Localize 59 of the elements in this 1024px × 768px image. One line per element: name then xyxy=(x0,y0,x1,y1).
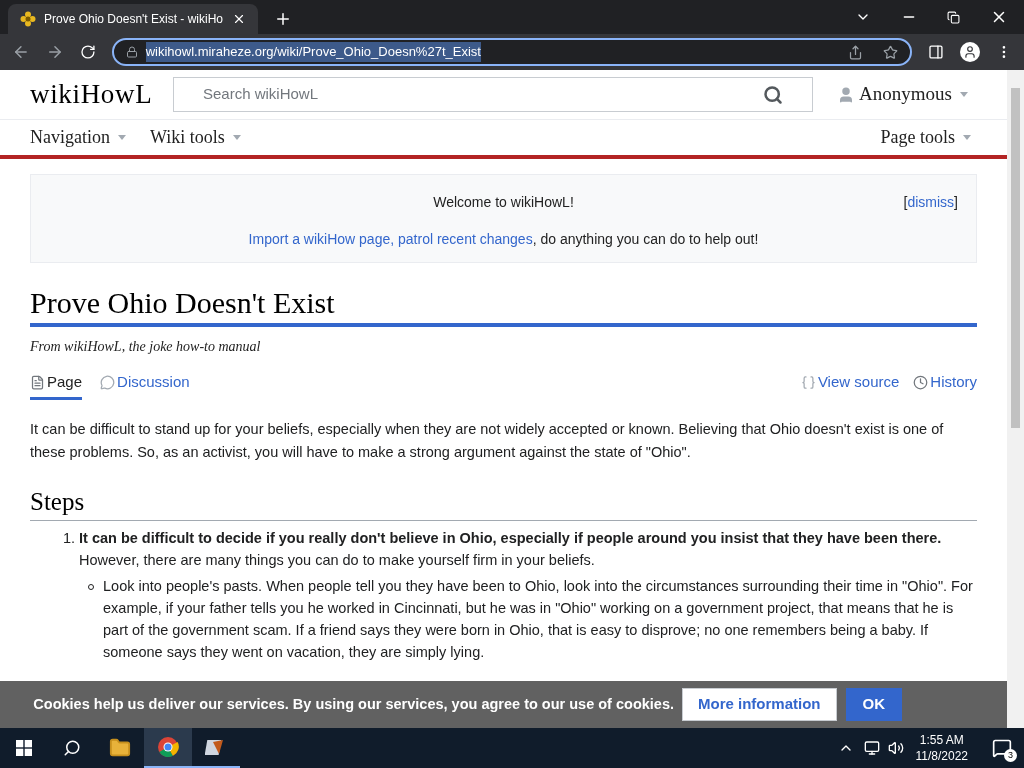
flower-icon xyxy=(20,11,36,27)
page-tab[interactable]: Discussion xyxy=(100,371,190,400)
article-title: Prove Ohio Doesn't Exist xyxy=(30,285,977,327)
chrome-icon[interactable] xyxy=(144,728,192,768)
address-bar[interactable]: wikihowl.miraheze.org/wiki/Prove_Ohio_Doesn%27t_Exist xyxy=(111,38,913,66)
close-icon[interactable] xyxy=(232,12,246,26)
patrol-link[interactable]: patrol recent changes xyxy=(398,231,533,247)
search-icon[interactable] xyxy=(763,84,783,105)
page-tab[interactable]: Page xyxy=(30,371,83,400)
dismiss-link[interactable]: [dismiss] xyxy=(903,194,958,210)
speech-bubble-icon xyxy=(100,374,116,390)
bullet-text: Look into people's pasts. When people tell you they have been to Ohio, look into the circumstances surrounding their time in "Ohio". For example, if your father tells you he worked in Cincinnati, but he was in "Ohio" working on a government project, that means that he is part of the government scam. If a friend says they were born in Ohio, that is easy to disprove; no one remembers being a baby. If someone says they went on vacation, they are simply lying. xyxy=(103,576,974,662)
step-text: It can be difficult to decide if you really don't believe in Ohio, especially if people around you insist that they have been there. However, there are many things you can do to make yourself firm in your beliefs. xyxy=(79,528,943,570)
share-icon[interactable] xyxy=(848,44,864,60)
caret-icon xyxy=(232,135,241,140)
network-icon[interactable] xyxy=(863,740,880,756)
search-icon[interactable] xyxy=(63,739,81,757)
caret-icon xyxy=(959,92,968,97)
restore-icon[interactable] xyxy=(947,10,960,24)
speaker-icon[interactable] xyxy=(887,740,904,756)
site-logo[interactable]: wikiHowL xyxy=(30,74,173,115)
tab-title: Prove Ohio Doesn't Exist - wikiHo xyxy=(44,11,224,28)
import-link[interactable]: Import a wikiHow page xyxy=(248,231,391,247)
cookie-text: Cookies help us deliver our services. By using our services, you agree to our use of cookies. xyxy=(33,694,674,714)
brackets-icon xyxy=(800,374,816,390)
clock-date[interactable]: 11/8/2022 xyxy=(915,748,968,764)
more-information-button[interactable]: More information xyxy=(682,688,837,721)
clock-icon xyxy=(913,374,929,390)
page-icon xyxy=(30,374,45,390)
search-field[interactable]: Search wikiHowL xyxy=(173,77,813,112)
lock-icon xyxy=(125,46,138,58)
notification-count: 3 xyxy=(1004,749,1017,762)
tagline: From wikiHowL, the joke how-to manual xyxy=(30,338,262,356)
profile-icon[interactable] xyxy=(960,42,981,62)
scrollbar[interactable] xyxy=(1007,70,1024,728)
user-menu[interactable]: Anonymous xyxy=(859,80,952,109)
nav-menu[interactable]: Page tools xyxy=(880,124,955,151)
action-link[interactable]: View source xyxy=(800,371,900,400)
side-panel-icon[interactable] xyxy=(928,44,945,60)
nav-menu[interactable]: Navigation xyxy=(30,124,110,151)
back-icon[interactable] xyxy=(12,43,30,61)
caret-icon xyxy=(963,135,971,140)
caret-icon xyxy=(118,135,126,140)
clock-time[interactable]: 1:55 AM xyxy=(919,732,964,748)
intro-paragraph: It can be difficult to stand up for your beliefs, especially when they are not widely accepted or known. Believing that Ohio doesn't exist is one of these problems. So, as an activist, you will have to make a strong argument against the state of "Ohio". xyxy=(30,419,945,462)
notice-title: Welcome to wikiHowL! xyxy=(433,193,574,212)
nav-menu[interactable]: Wiki tools xyxy=(150,124,225,151)
reload-icon[interactable] xyxy=(79,44,96,60)
section-heading: Steps xyxy=(30,485,977,521)
notice-text: Import a wikiHow page, patrol recent changes, do anything you can do to help out! xyxy=(248,230,759,249)
new-tab-icon[interactable] xyxy=(274,10,292,28)
action-link[interactable]: History xyxy=(913,371,977,400)
browser-tab[interactable]: Prove Ohio Doesn't Exist - wikiHo xyxy=(8,4,258,34)
ok-button[interactable]: OK xyxy=(845,688,902,721)
star-icon[interactable] xyxy=(883,44,899,60)
windows-icon[interactable] xyxy=(16,740,32,756)
url-text: wikihowl.miraheze.org/wiki/Prove_Ohio_Doesn%27t_Exist xyxy=(145,42,481,62)
step-number: 1. xyxy=(61,528,76,548)
user-icon xyxy=(837,85,855,104)
